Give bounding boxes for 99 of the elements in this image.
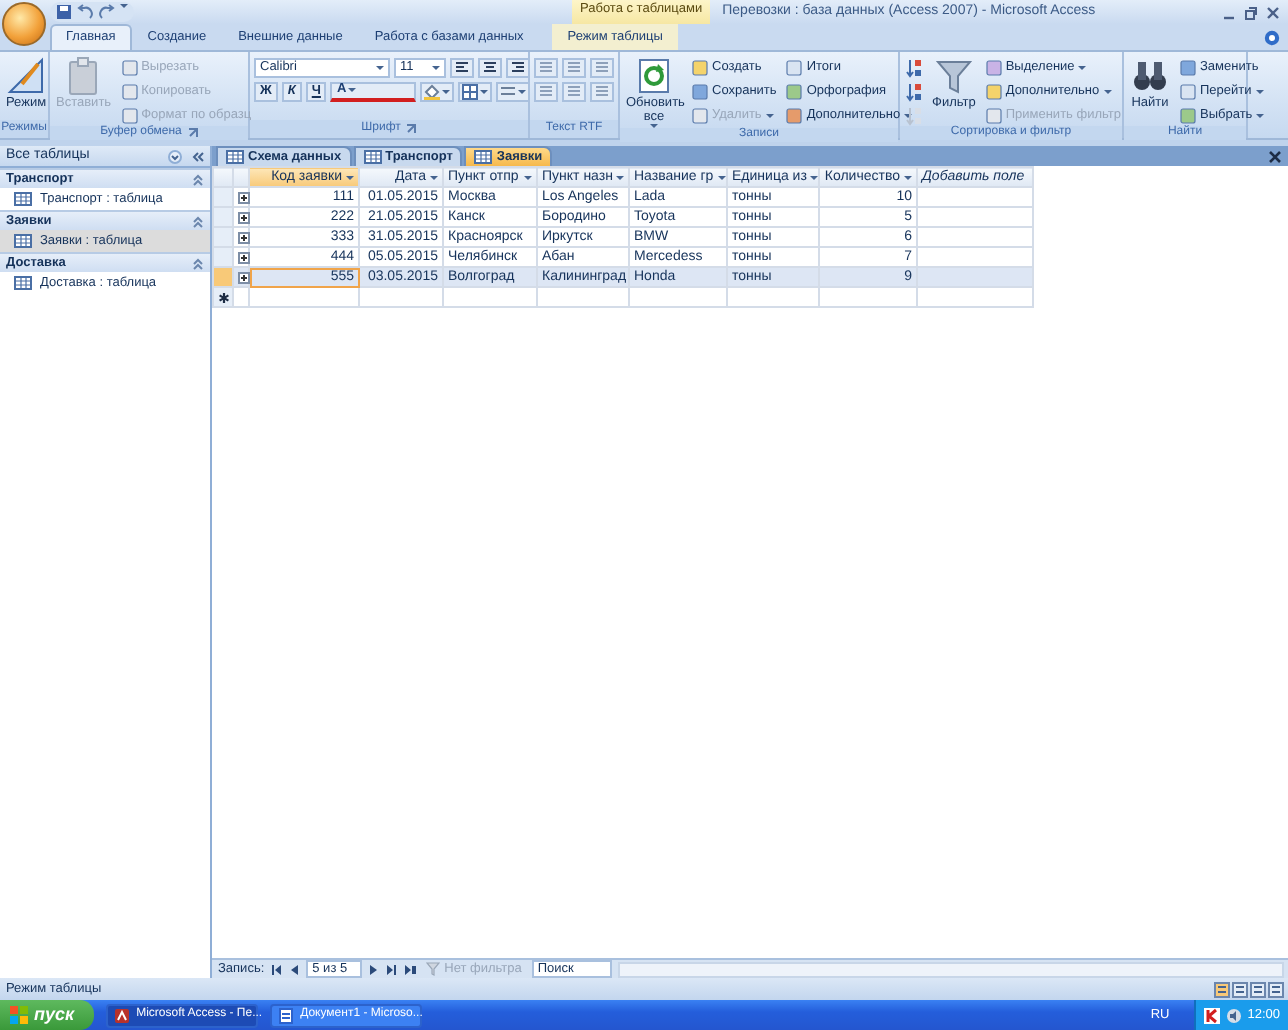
square-icon xyxy=(692,83,708,99)
redo-icon[interactable] xyxy=(98,4,116,20)
align-button[interactable] xyxy=(450,57,474,77)
square-icon xyxy=(786,83,803,99)
square-icon xyxy=(692,107,708,123)
list-icon xyxy=(538,84,554,98)
sort-icon xyxy=(906,105,922,125)
save-icon[interactable] xyxy=(56,4,72,20)
square-icon xyxy=(985,107,1002,123)
datasheet-view-icon[interactable] xyxy=(1214,981,1230,997)
list-icon xyxy=(538,60,554,74)
office-button[interactable] xyxy=(2,2,46,46)
list-icon xyxy=(594,84,610,98)
new-record-icon xyxy=(217,291,229,303)
square-icon xyxy=(121,83,138,99)
expand-icon[interactable] xyxy=(238,231,250,243)
chevron-up-icon[interactable] xyxy=(192,257,204,269)
horizontal-scrollbar[interactable] xyxy=(617,961,1284,977)
align-center-icon xyxy=(482,60,498,74)
caret-icon xyxy=(442,89,450,93)
close-icon[interactable] xyxy=(1268,149,1282,163)
list-icon xyxy=(566,84,582,98)
list-icon xyxy=(594,60,610,74)
sort-icon xyxy=(906,81,922,101)
square-icon xyxy=(985,83,1002,99)
paint-bucket-icon xyxy=(424,83,440,99)
collapse-icon[interactable] xyxy=(190,149,204,163)
caret-icon xyxy=(430,175,438,179)
speaker-icon[interactable] xyxy=(1225,1007,1242,1023)
caret-icon xyxy=(1255,89,1264,93)
pivot-table-icon[interactable] xyxy=(1232,981,1248,997)
caret-icon xyxy=(524,175,532,179)
caret-icon xyxy=(120,4,128,8)
gridlines-button[interactable] xyxy=(458,81,492,101)
pivot-chart-icon[interactable] xyxy=(1250,981,1266,997)
fill-color-button[interactable] xyxy=(496,81,530,101)
square-icon xyxy=(1180,83,1196,99)
undo-icon[interactable] xyxy=(76,4,94,20)
dropdown-icon[interactable] xyxy=(168,149,182,163)
highlight-button[interactable] xyxy=(420,81,454,101)
binoculars-icon xyxy=(1130,56,1170,96)
ruler-pencil-icon xyxy=(6,56,47,96)
lines-icon xyxy=(500,83,516,99)
sort-button[interactable] xyxy=(904,80,924,102)
windows-flag-icon xyxy=(10,1006,28,1024)
caret-icon xyxy=(616,175,625,179)
sort-button[interactable] xyxy=(904,56,924,78)
document-icon xyxy=(278,1007,295,1023)
expand-icon[interactable] xyxy=(238,211,250,223)
refresh-icon xyxy=(634,56,674,96)
square-icon xyxy=(786,107,803,123)
table-icon xyxy=(14,192,32,206)
new-record-icon[interactable] xyxy=(404,963,417,975)
expand-icon[interactable] xyxy=(238,251,250,263)
caret-icon xyxy=(1256,113,1265,117)
square-icon xyxy=(121,59,138,75)
help-icon[interactable] xyxy=(1264,30,1280,46)
caret-icon xyxy=(348,88,357,92)
grid-icon xyxy=(462,83,478,99)
align-button[interactable] xyxy=(478,57,502,77)
square-icon xyxy=(985,59,1002,75)
square-icon xyxy=(1180,107,1196,123)
caret-icon xyxy=(1078,65,1087,69)
last-record-icon[interactable] xyxy=(386,963,399,975)
funnel-icon xyxy=(933,56,974,96)
square-icon xyxy=(692,59,708,75)
table-icon xyxy=(14,276,32,290)
chevron-up-icon[interactable] xyxy=(192,215,204,227)
expand-icon[interactable] xyxy=(238,271,250,283)
align-button[interactable] xyxy=(506,57,530,77)
list-icon xyxy=(566,60,582,74)
caret-icon xyxy=(480,89,488,93)
caret-icon xyxy=(376,65,384,69)
square-icon xyxy=(1180,59,1196,75)
caret-icon xyxy=(1103,89,1112,93)
table-icon xyxy=(363,150,382,164)
k-letter-icon[interactable] xyxy=(1203,1007,1220,1023)
caret-icon xyxy=(346,175,354,179)
caret-icon xyxy=(518,89,526,93)
caret-icon xyxy=(765,113,774,117)
restore-icon[interactable] xyxy=(1244,5,1258,19)
design-view-icon[interactable] xyxy=(1268,981,1284,997)
table-icon xyxy=(14,234,32,248)
first-record-icon[interactable] xyxy=(270,963,283,975)
caret-icon xyxy=(904,175,912,179)
square-icon xyxy=(121,107,138,123)
launcher-icon[interactable] xyxy=(406,124,417,134)
square-icon xyxy=(786,59,803,75)
table-icon xyxy=(226,150,244,164)
align-left-icon xyxy=(454,60,470,74)
chevron-up-icon[interactable] xyxy=(192,173,204,185)
app-icon xyxy=(114,1007,131,1023)
expand-icon[interactable] xyxy=(238,191,250,203)
sort-icon xyxy=(906,57,922,77)
align-right-icon xyxy=(510,60,526,74)
launcher-icon[interactable] xyxy=(187,128,198,139)
caret-icon xyxy=(432,65,440,69)
table-icon xyxy=(474,150,493,164)
close-icon[interactable] xyxy=(1266,5,1280,19)
